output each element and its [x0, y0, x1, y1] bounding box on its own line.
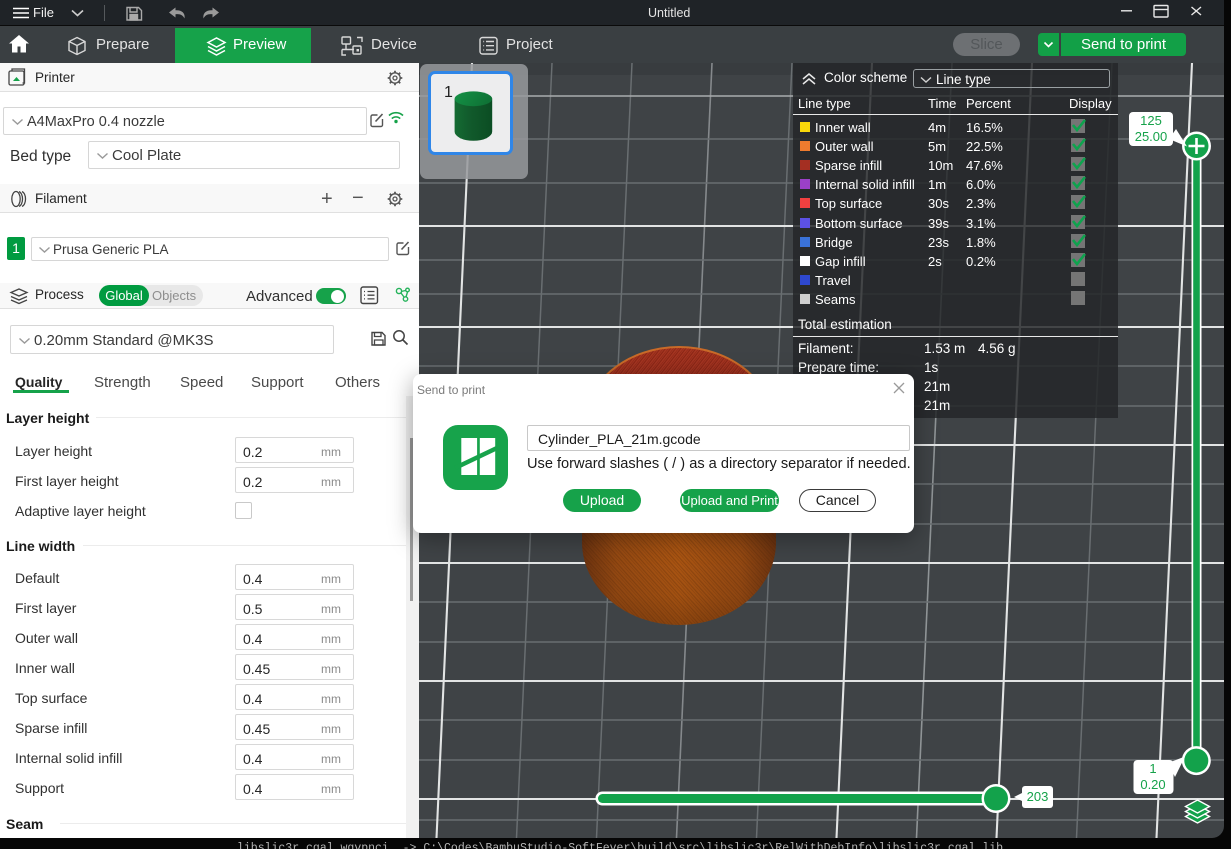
- svg-text:0.20: 0.20: [1140, 777, 1165, 792]
- svg-text:125: 125: [1140, 113, 1162, 128]
- svg-text:1: 1: [1149, 761, 1156, 776]
- svg-text:25.00: 25.00: [1135, 129, 1168, 144]
- svg-text:203: 203: [1027, 789, 1049, 804]
